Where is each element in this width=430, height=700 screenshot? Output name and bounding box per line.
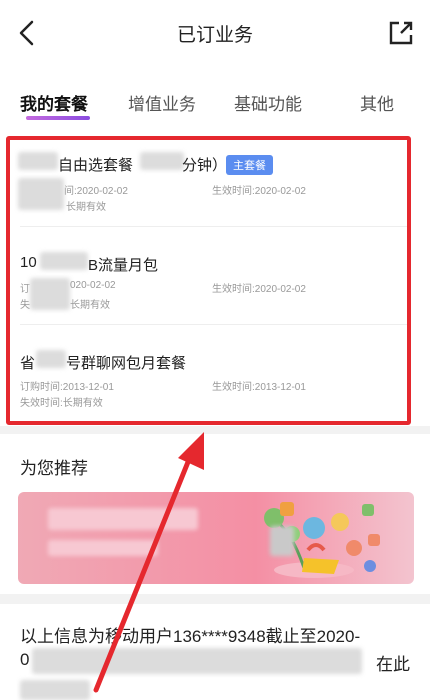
share-icon[interactable] xyxy=(388,20,414,46)
tab-bar: 我的套餐 增值业务 基础功能 其他 xyxy=(0,66,430,128)
highlight-box xyxy=(6,136,411,425)
top-bar: 已订业务 xyxy=(0,0,430,66)
redacted-area xyxy=(48,508,198,530)
recommend-section: 为您推荐 xyxy=(0,434,430,594)
tab-basic-functions[interactable]: 基础功能 xyxy=(234,90,302,115)
tab-my-plans[interactable]: 我的套餐 xyxy=(20,90,88,115)
footer-text-line1: 以上信息为移动用户136****9348截止至2020- xyxy=(20,627,361,646)
tab-other[interactable]: 其他 xyxy=(360,90,394,115)
footer-text-line2-start: 0 xyxy=(20,650,30,669)
page-title: 已订业务 xyxy=(176,25,253,46)
footer-text-line2-end: 在此 xyxy=(376,655,410,674)
recommend-banner[interactable] xyxy=(18,492,414,584)
redacted-area xyxy=(20,680,90,700)
recommend-title: 为您推荐 xyxy=(20,459,88,478)
banner-illustration-icon xyxy=(264,502,380,578)
redacted-area xyxy=(48,540,158,556)
tab-value-added[interactable]: 增值业务 xyxy=(128,90,196,115)
footer-info: 以上信息为移动用户136****9348截止至2020- 0 在此 xyxy=(0,604,430,700)
active-tab-indicator xyxy=(26,116,90,120)
redacted-area xyxy=(270,526,294,556)
redacted-area xyxy=(32,648,362,674)
